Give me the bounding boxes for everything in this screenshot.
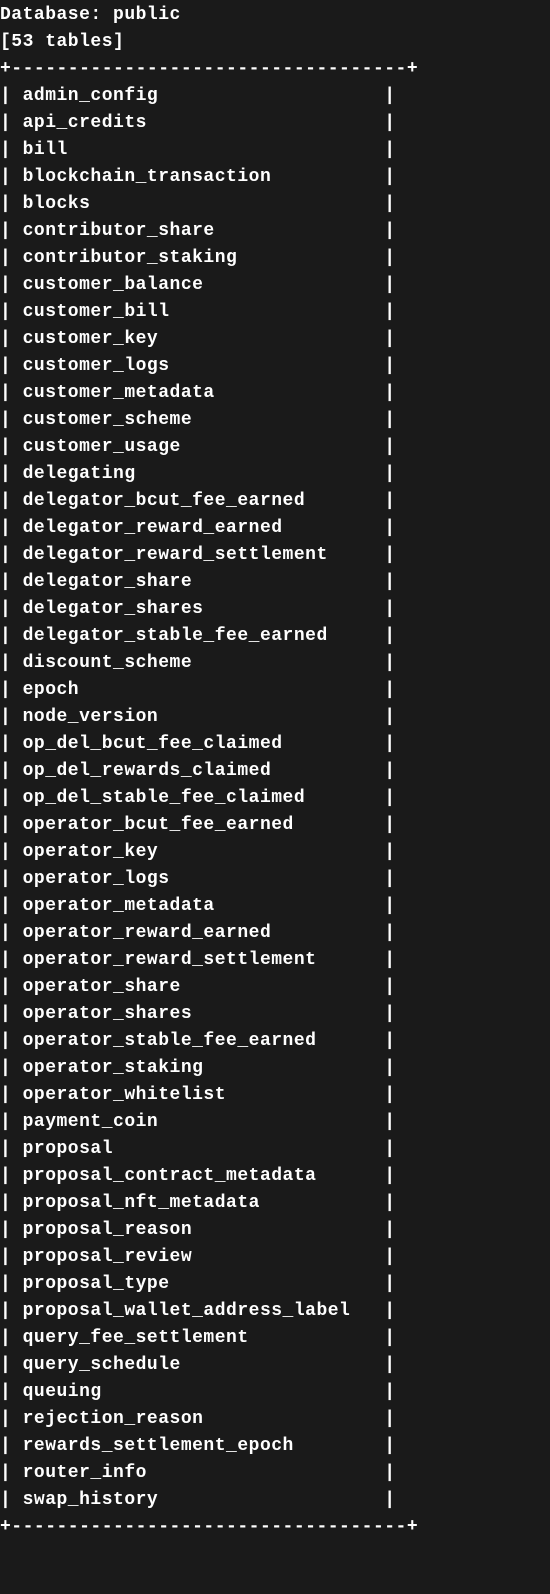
database-label: Database:	[0, 5, 102, 25]
table-row: | customer_logs |	[0, 353, 550, 380]
table-row: | op_del_stable_fee_claimed |	[0, 785, 550, 812]
table-row: | delegator_stable_fee_earned |	[0, 623, 550, 650]
table-row: | customer_metadata |	[0, 380, 550, 407]
table-row: | customer_bill |	[0, 299, 550, 326]
table-count: [53 tables]	[0, 29, 550, 56]
table-row: | payment_coin |	[0, 1109, 550, 1136]
table-row: | customer_scheme |	[0, 407, 550, 434]
table-row: | proposal_type |	[0, 1271, 550, 1298]
table-row: | delegator_bcut_fee_earned |	[0, 488, 550, 515]
table-row: | operator_whitelist |	[0, 1082, 550, 1109]
table-row: | proposal_contract_metadata |	[0, 1163, 550, 1190]
table-row: | queuing |	[0, 1379, 550, 1406]
table-row: | operator_metadata |	[0, 893, 550, 920]
table-row: | delegating |	[0, 461, 550, 488]
table-row: | customer_balance |	[0, 272, 550, 299]
table-row: | swap_history |	[0, 1487, 550, 1514]
table-row: | operator_staking |	[0, 1055, 550, 1082]
table-row: | delegator_reward_settlement |	[0, 542, 550, 569]
table-row: | operator_shares |	[0, 1001, 550, 1028]
table-row: | delegator_share |	[0, 569, 550, 596]
table-row: | customer_usage |	[0, 434, 550, 461]
database-name: public	[113, 5, 181, 25]
table-row: | operator_reward_settlement |	[0, 947, 550, 974]
table-row: | proposal |	[0, 1136, 550, 1163]
border-bottom: +-----------------------------------+	[0, 1514, 550, 1541]
table-row: | operator_bcut_fee_earned |	[0, 812, 550, 839]
border-top: +-----------------------------------+	[0, 56, 550, 83]
table-row: | contributor_share |	[0, 218, 550, 245]
table-row: | api_credits |	[0, 110, 550, 137]
table-row: | query_schedule |	[0, 1352, 550, 1379]
table-row: | bill |	[0, 137, 550, 164]
table-row: | op_del_rewards_claimed |	[0, 758, 550, 785]
table-row: | operator_logs |	[0, 866, 550, 893]
table-row: | contributor_staking |	[0, 245, 550, 272]
table-row: | discount_scheme |	[0, 650, 550, 677]
table-row: | proposal_review |	[0, 1244, 550, 1271]
table-row: | proposal_wallet_address_label |	[0, 1298, 550, 1325]
table-row: | rewards_settlement_epoch |	[0, 1433, 550, 1460]
table-row: | delegator_shares |	[0, 596, 550, 623]
table-row: | delegator_reward_earned |	[0, 515, 550, 542]
table-row: | operator_reward_earned |	[0, 920, 550, 947]
table-row: | customer_key |	[0, 326, 550, 353]
table-row: | operator_key |	[0, 839, 550, 866]
table-row: | epoch |	[0, 677, 550, 704]
table-row: | proposal_nft_metadata |	[0, 1190, 550, 1217]
database-header: Database: public	[0, 2, 550, 29]
table-row: | router_info |	[0, 1460, 550, 1487]
table-row: | node_version |	[0, 704, 550, 731]
table-row: | op_del_bcut_fee_claimed |	[0, 731, 550, 758]
table-row: | query_fee_settlement |	[0, 1325, 550, 1352]
table-row: | operator_share |	[0, 974, 550, 1001]
table-row: | admin_config |	[0, 83, 550, 110]
table-row: | blockchain_transaction |	[0, 164, 550, 191]
table-row: | operator_stable_fee_earned |	[0, 1028, 550, 1055]
table-list: | admin_config || api_credits || bill ||…	[0, 83, 550, 1514]
table-row: | blocks |	[0, 191, 550, 218]
table-row: | proposal_reason |	[0, 1217, 550, 1244]
table-row: | rejection_reason |	[0, 1406, 550, 1433]
